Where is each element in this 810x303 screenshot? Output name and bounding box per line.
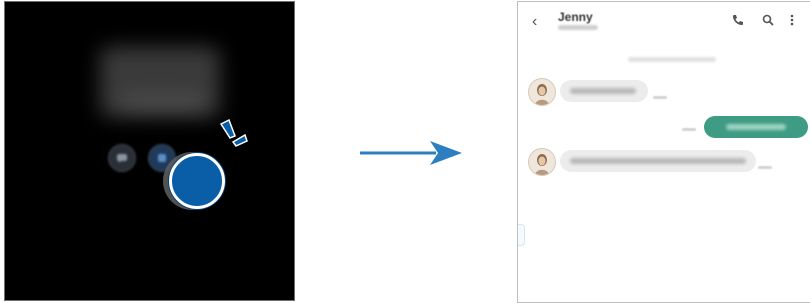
person-icon: [535, 84, 549, 105]
app-icon: [158, 154, 166, 162]
back-icon[interactable]: ‹: [532, 14, 537, 30]
edge-panel-handle[interactable]: [518, 224, 525, 246]
person-icon: [535, 154, 549, 175]
lock-screen: [4, 1, 295, 301]
message-time-blurred: [758, 166, 772, 169]
date-separator-blurred: [628, 57, 716, 62]
incoming-message-bubble[interactable]: [560, 80, 648, 102]
transition-arrow-icon: [360, 141, 462, 165]
outgoing-message-bubble[interactable]: [704, 116, 808, 138]
date-widget-blurred: [120, 94, 205, 110]
avatar[interactable]: [528, 78, 556, 106]
incoming-message-bubble[interactable]: [560, 150, 756, 172]
double-tap-touch-indicator: [169, 153, 225, 209]
avatar[interactable]: [528, 148, 556, 176]
message-time-blurred: [682, 128, 696, 131]
notification-icon-messages[interactable]: [108, 144, 136, 172]
message-conversation-screen: ‹ Jenny: [517, 1, 810, 303]
tap-motion-marks-icon: [219, 118, 248, 147]
search-icon[interactable]: [762, 14, 774, 26]
contact-name: Jenny: [558, 10, 593, 24]
conversation-header: ‹ Jenny: [518, 2, 810, 42]
more-icon[interactable]: [790, 14, 794, 26]
message-time-blurred: [653, 96, 667, 99]
messages-icon: [117, 154, 127, 163]
contact-number-blurred: [558, 25, 598, 30]
phone-icon[interactable]: [732, 14, 744, 26]
